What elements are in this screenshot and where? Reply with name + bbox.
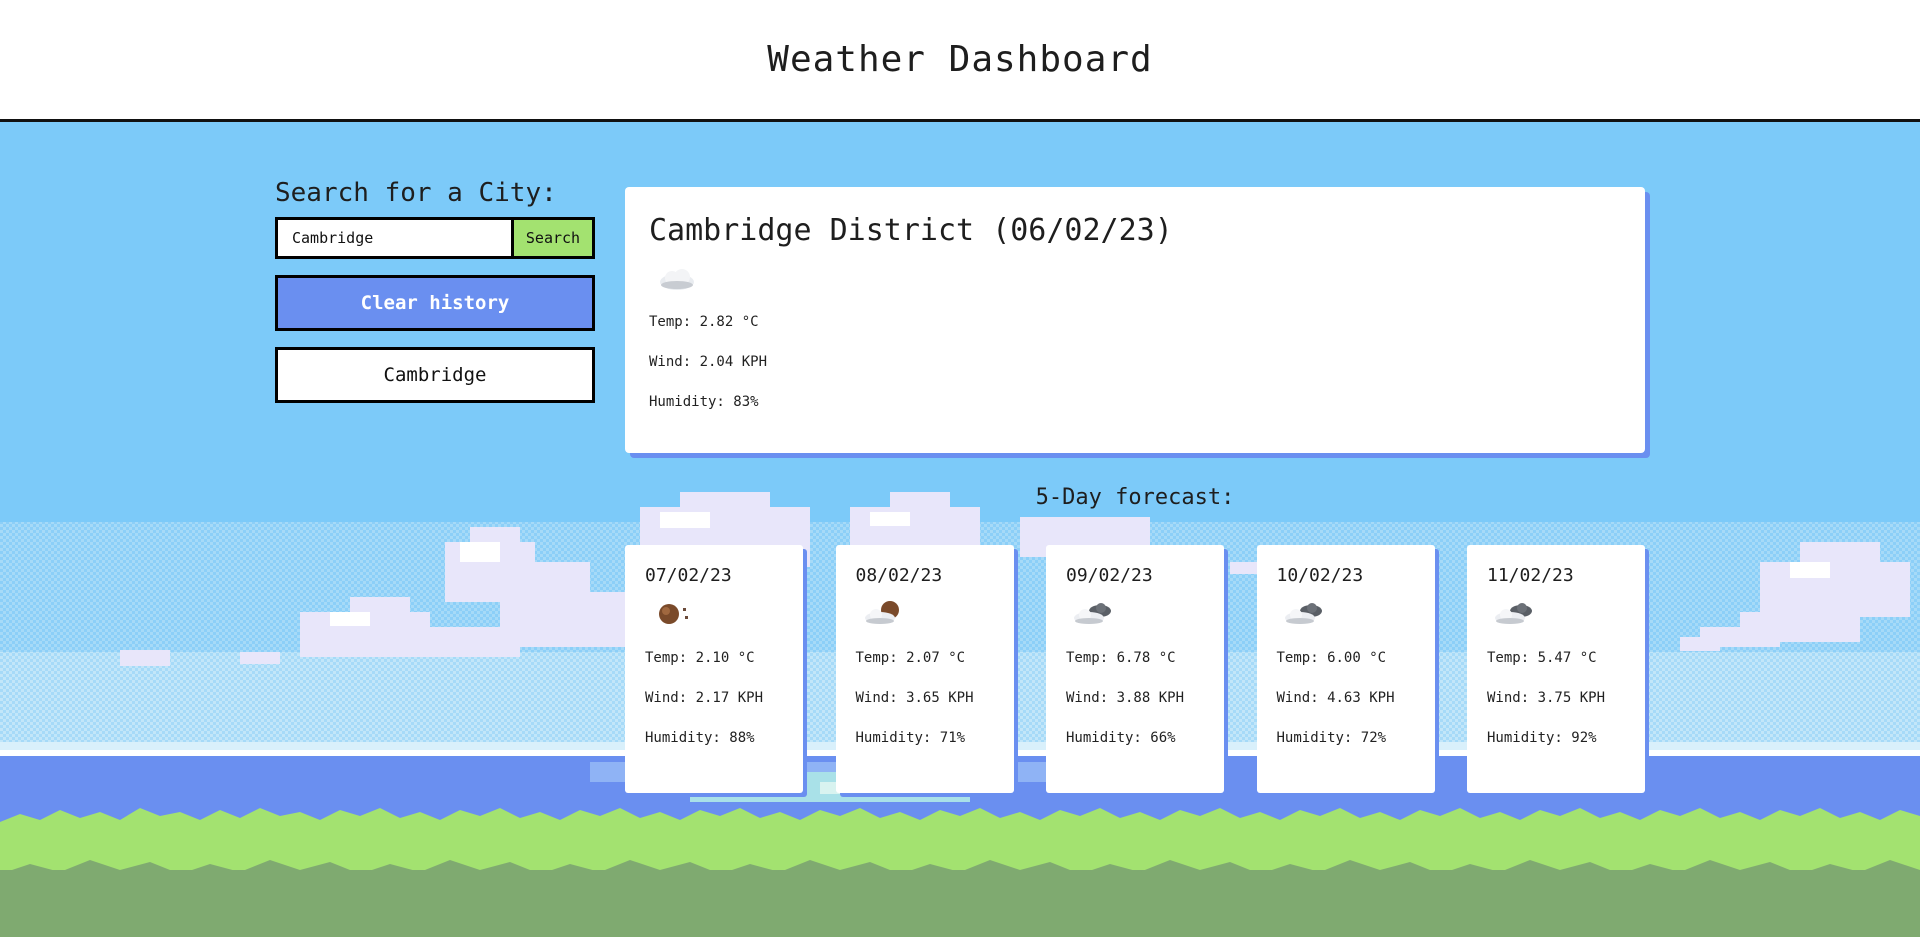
night-few-clouds-icon bbox=[864, 601, 899, 624]
forecast-card: 11/02/23 Temp: 5.47 °C Wind: 3.75 KPH Hu… bbox=[1467, 545, 1645, 793]
forecast-date: 11/02/23 bbox=[1487, 565, 1574, 586]
forecast-humidity: Humidity: 71% bbox=[855, 730, 966, 746]
forecast-date: 09/02/23 bbox=[1066, 565, 1153, 586]
forecast-date: 08/02/23 bbox=[855, 565, 943, 586]
current-humidity: Humidity: 83% bbox=[649, 394, 759, 410]
forecast-wind: Wind: 3.65 KPH bbox=[855, 690, 974, 706]
forecast-temp: Temp: 5.47 °C bbox=[1487, 650, 1597, 666]
broken-clouds-icon bbox=[1495, 603, 1532, 624]
broken-clouds-icon bbox=[1074, 603, 1111, 624]
history-item-cambridge[interactable]: Cambridge bbox=[275, 347, 595, 403]
search-heading: Search for a City: bbox=[275, 178, 557, 208]
forecast-card: 10/02/23 Temp: 6.00 °C Wind: 4.63 KPH Hu… bbox=[1256, 545, 1435, 793]
forecast-wind: Wind: 3.88 KPH bbox=[1066, 690, 1185, 706]
forecast-humidity: Humidity: 72% bbox=[1276, 730, 1387, 746]
broken-clouds-icon bbox=[1284, 603, 1322, 624]
current-temp: Temp: 2.82 °C bbox=[649, 314, 759, 330]
forecast-humidity: Humidity: 88% bbox=[645, 730, 755, 746]
search-form: Search bbox=[275, 217, 595, 259]
city-search-input[interactable] bbox=[278, 220, 514, 256]
forecast-heading: 5-Day forecast: bbox=[1035, 485, 1235, 510]
forecast-card: 09/02/23 Temp: 6.78 °C Wind: 3.88 KPH Hu… bbox=[1046, 545, 1224, 793]
forecast-list: 07/02/23 Temp: 2.10 °C Wind: 2.17 KPH Hu… bbox=[625, 545, 1645, 795]
forecast-card: 07/02/23 Temp: 2.10 °C Wind: 2.17 KPH Hu… bbox=[625, 545, 803, 793]
overcast-cloud-icon bbox=[660, 269, 694, 290]
page-header: Weather Dashboard bbox=[0, 0, 1920, 122]
forecast-humidity: Humidity: 92% bbox=[1487, 730, 1597, 746]
current-wind: Wind: 2.04 KPH bbox=[649, 354, 768, 370]
clear-history-button[interactable]: Clear history bbox=[275, 275, 595, 331]
forecast-temp: Temp: 2.07 °C bbox=[855, 650, 966, 666]
forecast-date: 10/02/23 bbox=[1276, 565, 1364, 586]
forecast-wind: Wind: 2.17 KPH bbox=[645, 690, 764, 706]
forecast-humidity: Humidity: 66% bbox=[1066, 730, 1176, 746]
current-city-title: Cambridge District (06/02/23) bbox=[649, 213, 1173, 248]
night-clear-icon bbox=[659, 604, 688, 624]
forecast-wind: Wind: 3.75 KPH bbox=[1487, 690, 1606, 706]
current-weather-card: Cambridge District (06/02/23) Temp: 2.82… bbox=[625, 187, 1645, 453]
forecast-card: 08/02/23 Temp: 2.07 °C Wind: 3.65 KPH Hu… bbox=[835, 545, 1014, 793]
search-button[interactable]: Search bbox=[514, 220, 592, 256]
forecast-wind: Wind: 4.63 KPH bbox=[1276, 690, 1395, 706]
forecast-temp: Temp: 6.78 °C bbox=[1066, 650, 1176, 666]
page-title: Weather Dashboard bbox=[767, 39, 1153, 80]
forecast-date: 07/02/23 bbox=[645, 565, 732, 586]
forecast-temp: Temp: 2.10 °C bbox=[645, 650, 755, 666]
forecast-temp: Temp: 6.00 °C bbox=[1276, 650, 1387, 666]
